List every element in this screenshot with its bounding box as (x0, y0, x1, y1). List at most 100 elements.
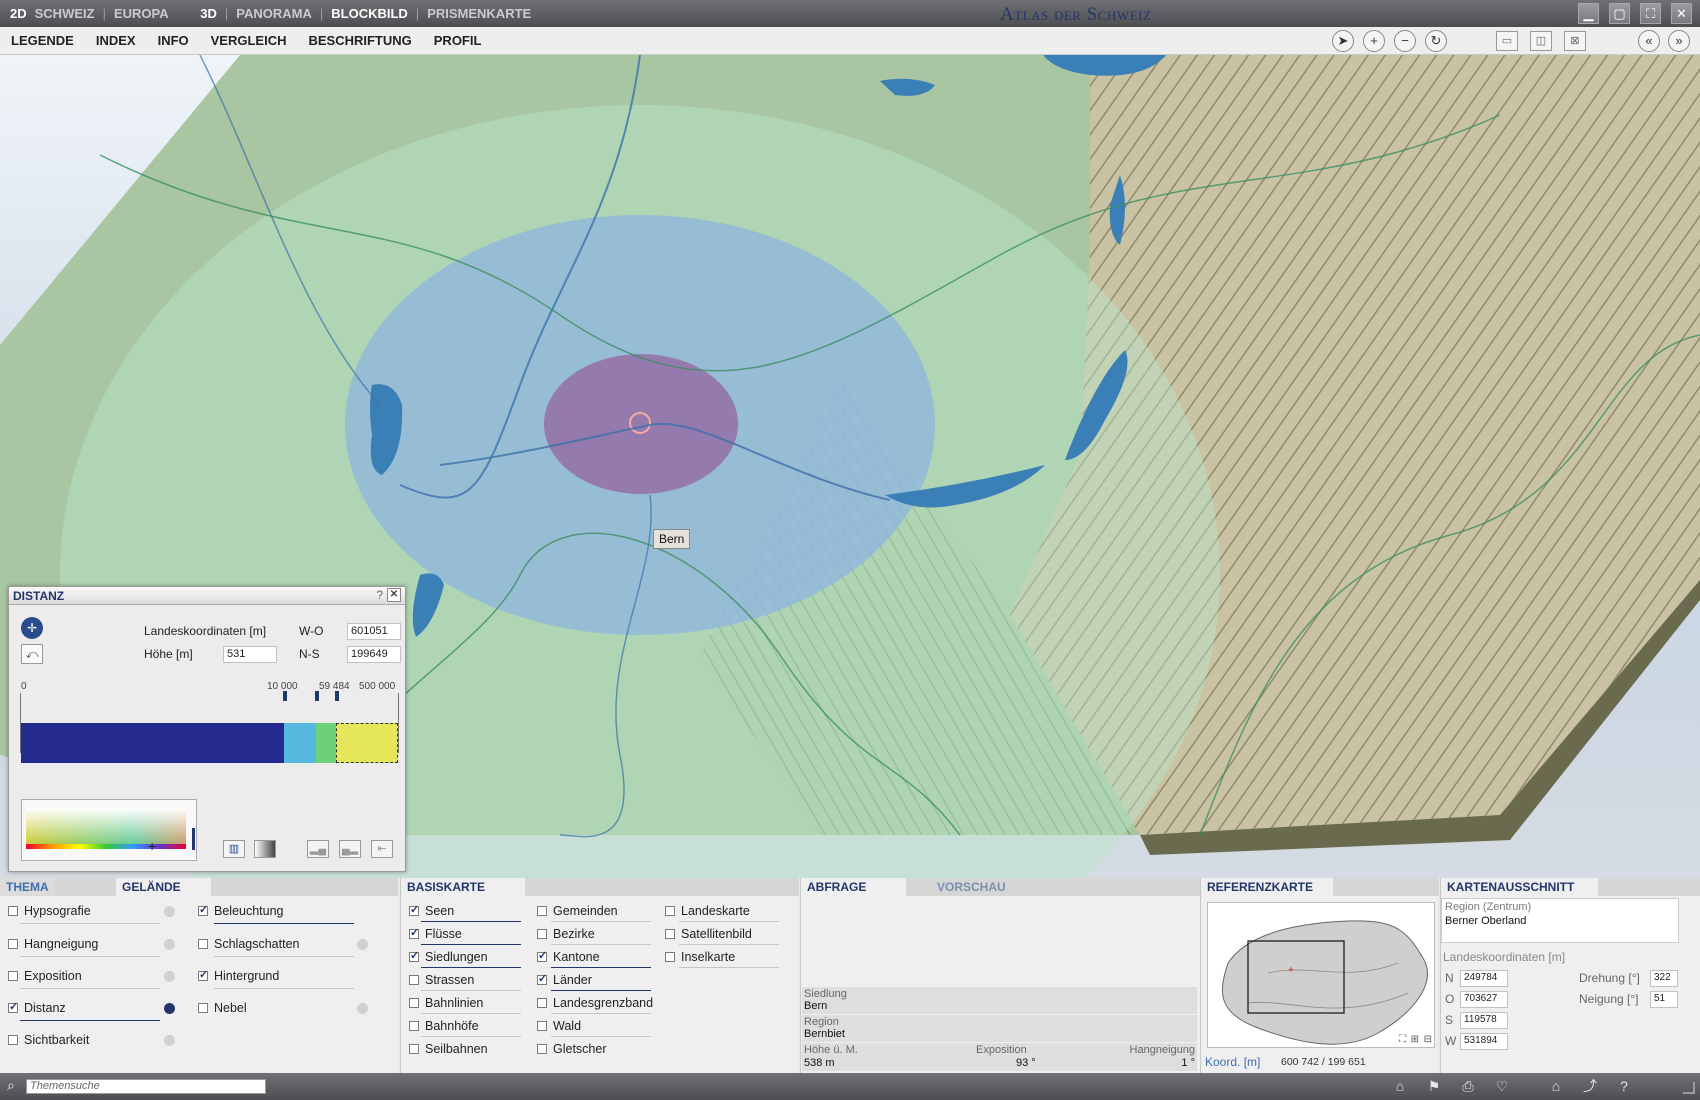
tab-basiskarte[interactable]: BASISKARTE (401, 878, 526, 896)
neigung-input[interactable]: 51 (1650, 991, 1678, 1008)
collapse-left-icon[interactable]: « (1638, 30, 1660, 52)
brightness-slider[interactable] (192, 828, 195, 850)
menu-vergleich[interactable]: VERGLEICH (211, 33, 287, 48)
bookmark-icon[interactable]: ⚑ (1421, 1076, 1447, 1096)
option-laender[interactable]: Länder (537, 972, 592, 987)
help-icon[interactable]: ? (1611, 1076, 1637, 1096)
info-dot[interactable] (357, 939, 368, 950)
distance-class-3[interactable] (316, 723, 336, 763)
option-schlagschatten[interactable]: Schlagschatten (198, 937, 299, 951)
tab-thema[interactable]: THEMA (0, 878, 55, 896)
home-icon[interactable]: ⌂ (1543, 1076, 1569, 1096)
close-split-icon[interactable]: ⊠ (1564, 31, 1586, 51)
option-gletscher[interactable]: Gletscher (537, 1042, 607, 1056)
menu-index[interactable]: INDEX (96, 33, 136, 48)
fullscreen-icon[interactable]: ⛶ (1640, 3, 1661, 24)
info-dot-active[interactable] (164, 1003, 175, 1014)
option-strassen[interactable]: Strassen (409, 973, 474, 987)
scale-handle[interactable] (283, 691, 287, 701)
menu-profil[interactable]: PROFIL (434, 33, 482, 48)
menu-info[interactable]: INFO (158, 33, 189, 48)
info-dot[interactable] (164, 1035, 175, 1046)
nav-3d[interactable]: 3D (200, 6, 217, 21)
wo-input[interactable]: 601051 (347, 623, 401, 640)
option-siedlungen[interactable]: Siedlungen (409, 949, 488, 964)
distance-class-4[interactable] (336, 723, 398, 763)
option-gemeinden[interactable]: Gemeinden (537, 904, 618, 918)
option-exposition[interactable]: Exposition (8, 969, 82, 983)
close-icon[interactable]: ✕ (1671, 3, 1692, 24)
option-landeskarte[interactable]: Landeskarte (665, 904, 750, 918)
option-bahnhoefe[interactable]: Bahnhöfe (409, 1019, 479, 1033)
folder-icon[interactable]: ⌂ (1387, 1076, 1413, 1096)
option-fluesse[interactable]: Flüsse (409, 926, 462, 941)
help-icon[interactable]: ? (376, 588, 383, 602)
option-inselkarte[interactable]: Inselkarte (665, 950, 735, 964)
distance-class-1[interactable] (21, 723, 284, 763)
option-seen[interactable]: Seen (409, 903, 454, 918)
option-hypsografie[interactable]: Hypsografie (8, 904, 91, 918)
color-picker[interactable]: + (21, 799, 197, 861)
option-beleuchtung[interactable]: Beleuchtung (198, 903, 284, 918)
rotate-point-icon[interactable]: ⤺ (21, 644, 43, 664)
fit-icon[interactable]: ⛶ (1399, 1034, 1406, 1045)
pick-point-icon[interactable]: ✛ (21, 617, 43, 639)
option-hintergrund[interactable]: Hintergrund (198, 968, 279, 983)
favorites-icon[interactable]: ♡ (1489, 1076, 1515, 1096)
scale-handle[interactable] (335, 691, 339, 701)
ns-input[interactable]: 199649 (347, 646, 401, 663)
menu-legende[interactable]: LEGENDE (11, 33, 74, 48)
link-icon[interactable]: ⤴ (1577, 1076, 1603, 1096)
option-sichtbarkeit[interactable]: Sichtbarkeit (8, 1033, 89, 1047)
zoom-out-icon[interactable]: ⊟ (1424, 1034, 1432, 1045)
tab-referenzkarte[interactable]: REFERENZKARTE (1201, 878, 1334, 896)
w-input[interactable]: 531894 (1460, 1033, 1508, 1050)
menu-beschriftung[interactable]: BESCHRIFTUNG (308, 33, 411, 48)
info-dot[interactable] (164, 906, 175, 917)
minimize-icon[interactable]: ▁ (1578, 3, 1599, 24)
pointer-icon[interactable]: ➤ (1332, 30, 1354, 52)
info-dot[interactable] (164, 971, 175, 982)
option-satellitenbild[interactable]: Satellitenbild (665, 927, 752, 941)
option-bezirke[interactable]: Bezirke (537, 927, 595, 941)
reference-map[interactable]: + ⛶ ⊞ ⊟ (1207, 902, 1435, 1048)
tab-kartenausschnitt[interactable]: KARTENAUSSCHNITT (1441, 878, 1599, 896)
opacity-slider[interactable] (20, 1020, 160, 1021)
option-wald[interactable]: Wald (537, 1019, 581, 1033)
tab-abfrage[interactable]: ABFRAGE (801, 878, 907, 896)
zoom-out-icon[interactable]: − (1394, 30, 1416, 52)
split-horizontal-icon[interactable]: ▭ (1496, 31, 1518, 51)
histogram-alt-icon[interactable]: ▄▂ (339, 840, 361, 858)
option-landesgrenzband[interactable]: Landesgrenzband (537, 996, 653, 1010)
info-dot[interactable] (357, 1003, 368, 1014)
tab-vorschau[interactable]: VORSCHAU (931, 878, 1012, 896)
zoom-in-icon[interactable]: + (1363, 30, 1385, 52)
drehung-input[interactable]: 322 (1650, 970, 1678, 987)
lighting-slider[interactable] (214, 923, 354, 924)
option-nebel[interactable]: Nebel (198, 1001, 247, 1015)
option-distanz[interactable]: Distanz (8, 1000, 66, 1015)
resize-grip-icon[interactable] (1683, 1082, 1695, 1094)
close-icon[interactable]: ✕ (387, 588, 401, 602)
n-input[interactable]: 249784 (1460, 970, 1508, 987)
split-vertical-icon[interactable]: ◫ (1530, 31, 1552, 51)
split-class-icon[interactable]: ▥ (223, 840, 245, 858)
nav-schweiz[interactable]: SCHWEIZ (35, 6, 95, 21)
tab-gelaende[interactable]: GELÄNDE (116, 878, 211, 896)
reset-icon[interactable]: ⇤ (371, 840, 393, 858)
nav-panorama[interactable]: PANORAMA (236, 6, 312, 21)
height-input[interactable]: 531 (223, 646, 277, 663)
option-kantone[interactable]: Kantone (537, 949, 600, 964)
gradient-icon[interactable] (254, 840, 276, 858)
distance-class-2[interactable] (284, 723, 316, 763)
option-seilbahnen[interactable]: Seilbahnen (409, 1042, 488, 1056)
info-dot[interactable] (164, 939, 175, 950)
search-input[interactable]: Themensuche (26, 1079, 266, 1094)
nav-prismenkarte[interactable]: PRISMENKARTE (427, 6, 531, 21)
zoom-in-icon[interactable]: ⊞ (1411, 1034, 1419, 1045)
histogram-icon[interactable]: ▂▄ (307, 840, 329, 858)
nav-europa[interactable]: EUROPA (114, 6, 169, 21)
option-bahnlinien[interactable]: Bahnlinien (409, 996, 483, 1010)
s-input[interactable]: 119578 (1460, 1012, 1508, 1029)
hue-slider[interactable] (26, 844, 186, 849)
